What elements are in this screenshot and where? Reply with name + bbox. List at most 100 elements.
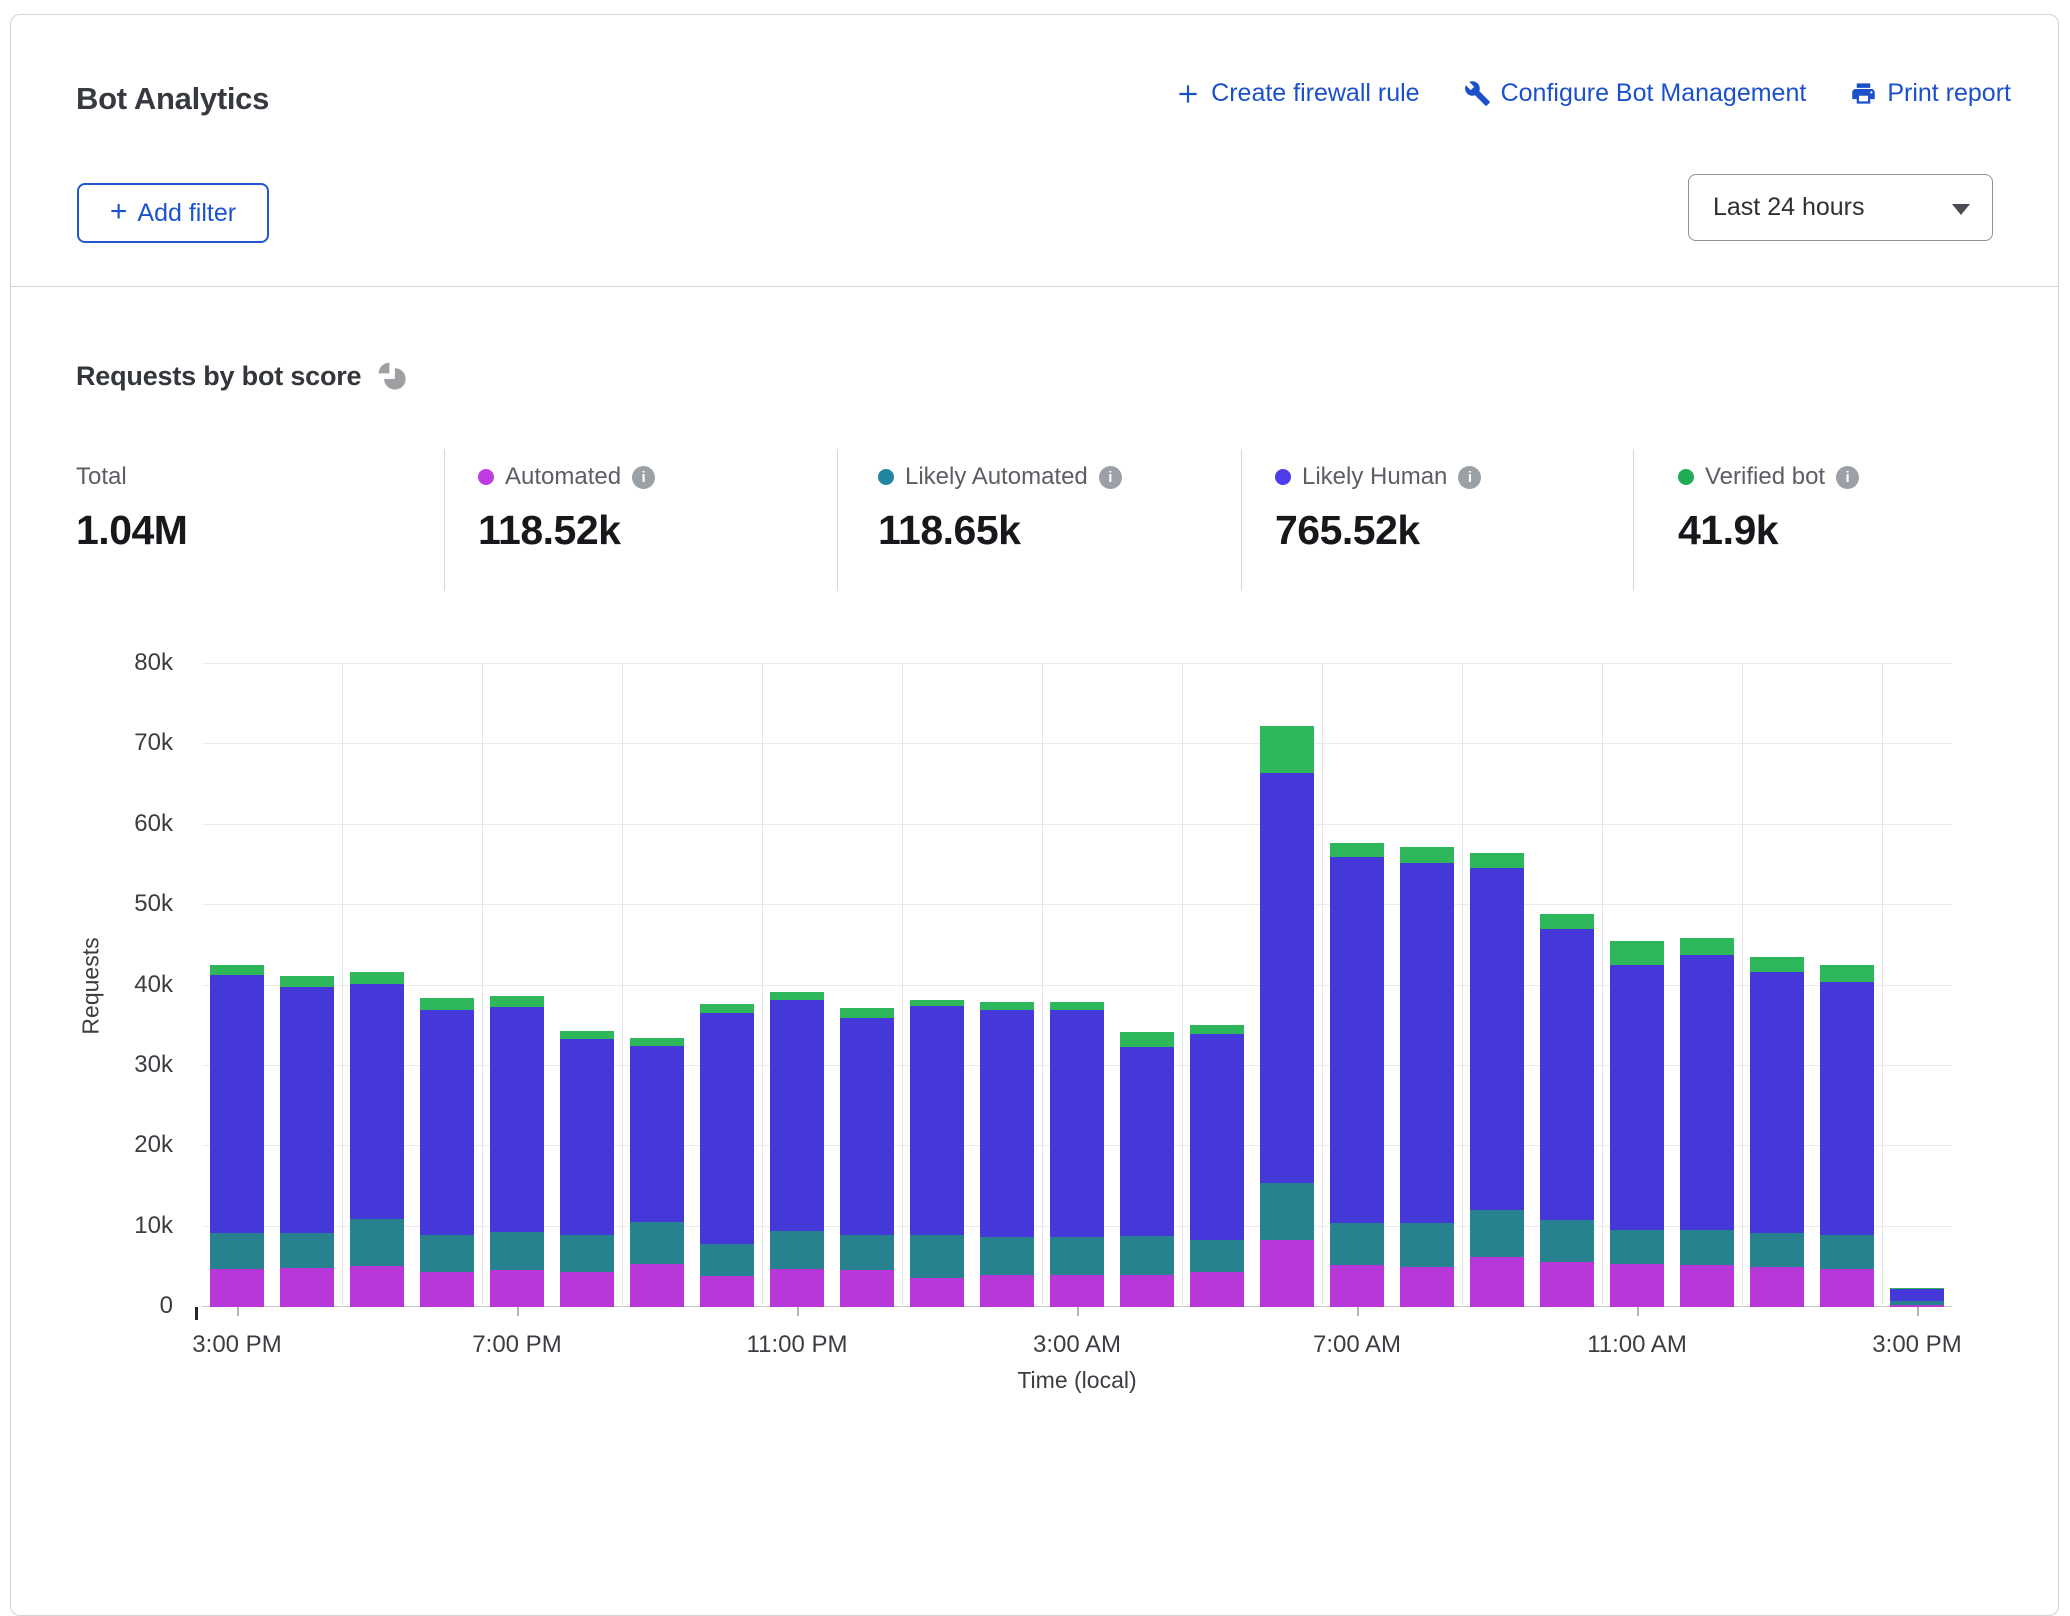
stacked-bar[interactable] [1890,1288,1944,1307]
bar-segment-likely-human [1330,857,1384,1223]
stacked-bar[interactable] [840,1008,894,1307]
stacked-bar[interactable] [910,1000,964,1307]
stacked-bar[interactable] [1330,843,1384,1307]
print-report-link[interactable]: Print report [1850,79,2011,108]
y-axis-tick-labels: 010k20k30k40k50k60k70k80k [71,664,173,1307]
bar-segment-likely-human [700,1013,754,1244]
bar-segment-automated [1330,1265,1384,1307]
gridline-horizontal [202,743,1952,744]
legend-dot [478,469,494,485]
header-divider [11,286,2058,287]
stacked-bar[interactable] [280,976,334,1307]
x-tick-label: 7:00 AM [1313,1331,1401,1359]
bar-segment-likely-human [1820,982,1874,1234]
y-tick-label: 30k [71,1051,173,1079]
gridline-vertical [1042,664,1043,1307]
configure-bot-management-link[interactable]: Configure Bot Management [1464,79,1807,108]
stacked-bar[interactable] [1540,914,1594,1307]
stacked-bar[interactable] [1050,1002,1104,1307]
section-title: Requests by bot score [76,361,361,392]
stacked-bar[interactable] [1470,853,1524,1307]
action-label: Create firewall rule [1211,79,1419,108]
info-icon[interactable]: i [632,466,655,489]
wrench-icon [1464,80,1491,107]
bar-segment-likely-human [1470,868,1524,1210]
bar-segment-likely-automated [770,1231,824,1269]
stacked-bar[interactable] [1750,957,1804,1307]
legend-dot [878,469,894,485]
bar-segment-likely-automated [1820,1235,1874,1270]
bar-segment-automated [280,1268,334,1307]
bar-segment-verified-bot [1610,941,1664,965]
add-filter-label: Add filter [137,199,236,228]
info-icon[interactable]: i [1836,466,1859,489]
bar-segment-likely-human [1120,1047,1174,1236]
bot-analytics-panel: Bot Analytics Create firewall rule Confi… [10,14,2059,1616]
bar-segment-automated [1120,1275,1174,1307]
stacked-bar[interactable] [560,1031,614,1307]
plus-icon [1175,81,1201,107]
create-firewall-rule-link[interactable]: Create firewall rule [1175,79,1419,108]
bar-segment-likely-human [1400,863,1454,1223]
bar-segment-likely-human [910,1006,964,1235]
y-tick-label: 10k [71,1212,173,1240]
stacked-bar[interactable] [630,1038,684,1307]
gridline-vertical [482,664,483,1307]
bar-segment-likely-automated [840,1235,894,1270]
x-tick-mark [517,1307,519,1316]
bar-segment-verified-bot [1400,847,1454,862]
info-icon[interactable]: i [1458,466,1481,489]
stacked-bar[interactable] [1820,965,1874,1307]
x-tick-mark [1637,1307,1639,1316]
stacked-bar[interactable] [1120,1032,1174,1307]
time-range-value: Last 24 hours [1713,193,1865,222]
bar-segment-verified-bot [1750,957,1804,971]
stacked-bar[interactable] [1400,847,1454,1307]
bar-segment-likely-human [420,1010,474,1235]
bar-segment-verified-bot [560,1031,614,1040]
bar-segment-verified-bot [490,996,544,1007]
bar-segment-automated [1190,1272,1244,1307]
stat-label: Verified bot [1705,463,1825,491]
bar-segment-likely-human [1540,929,1594,1220]
bar-segment-verified-bot [1050,1002,1104,1010]
stacked-bar[interactable] [700,1004,754,1307]
stacked-bar[interactable] [420,998,474,1307]
stacked-bar[interactable] [350,972,404,1307]
bar-segment-automated [350,1266,404,1307]
gridline-vertical [902,664,903,1307]
bar-segment-likely-automated [1470,1210,1524,1257]
action-label: Print report [1887,79,2011,108]
bar-segment-likely-automated [1540,1220,1594,1262]
bar-segment-automated [700,1276,754,1307]
bar-segment-automated [980,1275,1034,1307]
stat-value: 118.52k [478,507,655,554]
stacked-bar[interactable] [490,996,544,1307]
bar-segment-likely-human [1680,955,1734,1230]
bar-segment-likely-automated [350,1219,404,1266]
pie-chart-icon [377,361,408,392]
stacked-bar[interactable] [1190,1025,1244,1307]
bar-segment-verified-bot [1330,843,1384,857]
bar-segment-likely-automated [1260,1183,1314,1240]
add-filter-button[interactable]: + Add filter [77,183,269,243]
x-tick-label: 11:00 PM [747,1331,848,1359]
stacked-bar[interactable] [1260,726,1314,1307]
bar-segment-likely-human [1890,1289,1944,1302]
bar-segment-likely-automated [1050,1237,1104,1275]
x-tick-mark [1077,1307,1079,1316]
gridline-vertical [1182,664,1183,1307]
stacked-bar[interactable] [770,992,824,1307]
y-tick-label: 80k [71,649,173,677]
stat-value: 1.04M [76,507,187,554]
stacked-bar[interactable] [1610,941,1664,1307]
time-range-select[interactable]: Last 24 hours [1688,174,1993,241]
info-icon[interactable]: i [1099,466,1122,489]
stacked-bar[interactable] [980,1002,1034,1307]
stacked-bar[interactable] [1680,938,1734,1307]
bar-segment-verified-bot [1260,726,1314,773]
bar-segment-verified-bot [630,1038,684,1046]
y-tick-label: 20k [71,1131,173,1159]
stacked-bar[interactable] [210,965,264,1307]
bar-segment-verified-bot [350,972,404,984]
